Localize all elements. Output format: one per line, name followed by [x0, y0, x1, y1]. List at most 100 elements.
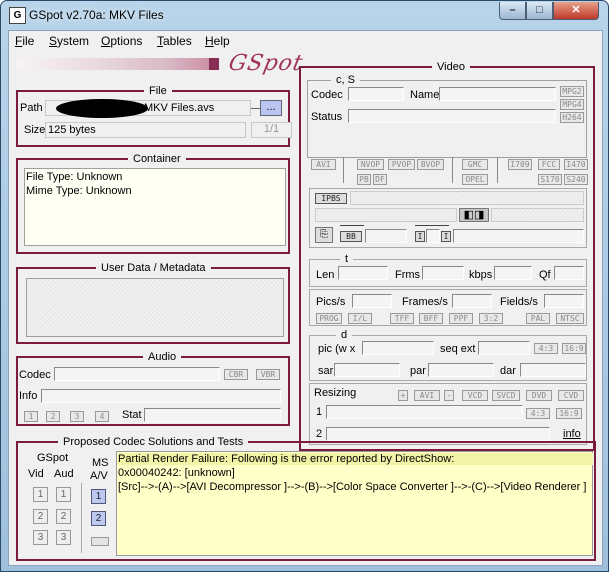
- gmc-indicator: GMC: [462, 159, 488, 170]
- title-bar[interactable]: G GSpot v2.70a: MKV Files – □ ✕: [1, 1, 608, 29]
- container-text[interactable]: File Type: Unknown Mime Type: Unknown: [24, 168, 286, 246]
- fcc-indicator: FCC: [538, 159, 560, 170]
- resize-16-9-indicator: 16:9: [556, 408, 582, 419]
- flags-separator-3: [497, 157, 498, 183]
- gop-info-field: [453, 229, 584, 243]
- i-frame-1: I: [415, 231, 425, 242]
- flags-separator-1: [343, 157, 344, 183]
- gspot-vid-2-button[interactable]: 2: [33, 509, 48, 524]
- gop-strip: [350, 191, 584, 205]
- len-field: [338, 266, 388, 280]
- d-group-title: d: [336, 329, 353, 341]
- userdata-panel-title: User Data / Metadata: [96, 262, 211, 274]
- filter-graph-line: [Src]-->-(A)-->[AVI Decompressor ]-->-(B…: [118, 481, 587, 493]
- gspot-aud-3-button[interactable]: 3: [56, 530, 71, 545]
- gop-swap-button[interactable]: ◧◨: [459, 208, 489, 222]
- t-group: t Len Frms kbps Qf: [309, 253, 587, 287]
- path-field[interactable]: MKV Files.avs: [45, 99, 251, 118]
- resizing-group: Resizing + AVI - VCD SVCD DVD CVD 1 4:3 …: [309, 383, 587, 445]
- audio-stream-4[interactable]: 4: [95, 411, 109, 422]
- info-link[interactable]: info: [563, 428, 581, 440]
- codec-solutions-title: Proposed Codec Solutions and Tests: [58, 436, 249, 448]
- path-value: MKV Files.avs: [144, 102, 215, 114]
- maximize-button[interactable]: □: [526, 2, 553, 20]
- file-type-line: File Type: Unknown: [26, 171, 123, 183]
- audio-stream-2[interactable]: 2: [46, 411, 60, 422]
- ms-av-1-button[interactable]: 1: [91, 489, 106, 504]
- gspot-vid-1-button[interactable]: 1: [33, 487, 48, 502]
- audio-stream-1[interactable]: 1: [24, 411, 38, 422]
- mpg4-indicator: MPG4: [560, 99, 584, 110]
- menu-options[interactable]: Options: [101, 34, 142, 48]
- seq-ext-label: seq ext: [440, 343, 476, 355]
- menu-file[interactable]: File: [15, 34, 34, 48]
- nvop-indicator: NVOP: [357, 159, 384, 170]
- gspot-aud-1-button[interactable]: 1: [56, 487, 71, 502]
- gop-group: IPBS ◧◨ ⎘ BB I I: [309, 188, 587, 248]
- resize-row-2-field: [326, 427, 550, 441]
- dvd-button[interactable]: DVD: [526, 390, 552, 401]
- svcd-button[interactable]: SVCD: [492, 390, 520, 401]
- size-value: 125 bytes: [48, 124, 96, 136]
- mime-type-line: Mime Type: Unknown: [26, 185, 132, 197]
- minimize-button[interactable]: –: [499, 2, 526, 20]
- kbps-field: [494, 266, 532, 280]
- gspot-app-icon[interactable]: G: [9, 7, 26, 24]
- d-group: d pic (w x seq ext 4:3 16:9 sar par dar: [309, 329, 587, 381]
- df-indicator: DF: [373, 174, 387, 185]
- sar-field: [334, 363, 400, 377]
- container-panel-title: Container: [128, 153, 186, 165]
- directshow-output[interactable]: Partial Render Failure: Following is the…: [116, 451, 593, 556]
- resize-plus-button[interactable]: +: [398, 390, 408, 401]
- tff-indicator: TFF: [390, 313, 414, 324]
- ms-av-2-button[interactable]: 2: [91, 511, 106, 526]
- resize-4-3-indicator: 4:3: [526, 408, 550, 419]
- size-label: Size: [24, 124, 46, 136]
- gspot-aud-2-button[interactable]: 2: [56, 509, 71, 524]
- sar-label: sar: [318, 365, 334, 377]
- vcd-button[interactable]: VCD: [462, 390, 488, 401]
- i-field: [426, 229, 440, 243]
- flags-separator-2: [452, 157, 453, 183]
- menu-tables[interactable]: Tables: [157, 34, 192, 48]
- redaction-blot: [56, 99, 148, 118]
- video-codec-label: Codec: [311, 89, 343, 101]
- resize-avi-button[interactable]: AVI: [414, 390, 440, 401]
- brand-banner: [17, 58, 219, 70]
- resize-row-1-field: [326, 405, 523, 419]
- audio-panel: Audio Codec CBR VBR Info 1 2 3 4 Stat: [16, 351, 290, 426]
- ms-label: MS: [92, 457, 109, 469]
- bb-indicator: BB: [340, 231, 362, 242]
- len-label: Len: [316, 269, 335, 281]
- audio-panel-title: Audio: [143, 351, 182, 363]
- gop-right-bar: [491, 208, 584, 222]
- h264-indicator: H264: [560, 112, 584, 123]
- audio-stat-field: [144, 408, 281, 422]
- pal-indicator: PAL: [526, 313, 550, 324]
- resizing-label: Resizing: [314, 387, 357, 399]
- gspot-vid-3-button[interactable]: 3: [33, 530, 48, 545]
- fields-label: Fields/s: [500, 296, 538, 308]
- userdata-text[interactable]: [26, 278, 284, 337]
- menu-system[interactable]: System: [49, 34, 89, 48]
- gspot-label: GSpot: [37, 452, 69, 464]
- dar-field: [520, 363, 586, 377]
- resize-minus-button[interactable]: -: [444, 390, 454, 401]
- brand-banner-mark: [209, 58, 219, 70]
- pics-field: [352, 294, 392, 308]
- capture-icon[interactable]: ⎘: [315, 227, 333, 243]
- error-code-line: 0x00040242: [unknown]: [118, 467, 235, 479]
- ms-av-3-slot[interactable]: [91, 537, 109, 546]
- close-button[interactable]: ✕: [553, 2, 599, 20]
- pic-field: [362, 341, 434, 355]
- audio-stream-3[interactable]: 3: [70, 411, 84, 422]
- frames-label: Frames/s: [402, 296, 448, 308]
- browse-button[interactable]: ...: [260, 100, 282, 116]
- av-label: A/V: [90, 470, 108, 482]
- s240-indicator: S240: [564, 174, 588, 185]
- video-codec-field: [348, 87, 404, 101]
- menu-help[interactable]: Help: [205, 34, 230, 48]
- cvd-button[interactable]: CVD: [558, 390, 584, 401]
- resize-row-2-label: 2: [316, 428, 323, 440]
- dar-label: dar: [500, 365, 516, 377]
